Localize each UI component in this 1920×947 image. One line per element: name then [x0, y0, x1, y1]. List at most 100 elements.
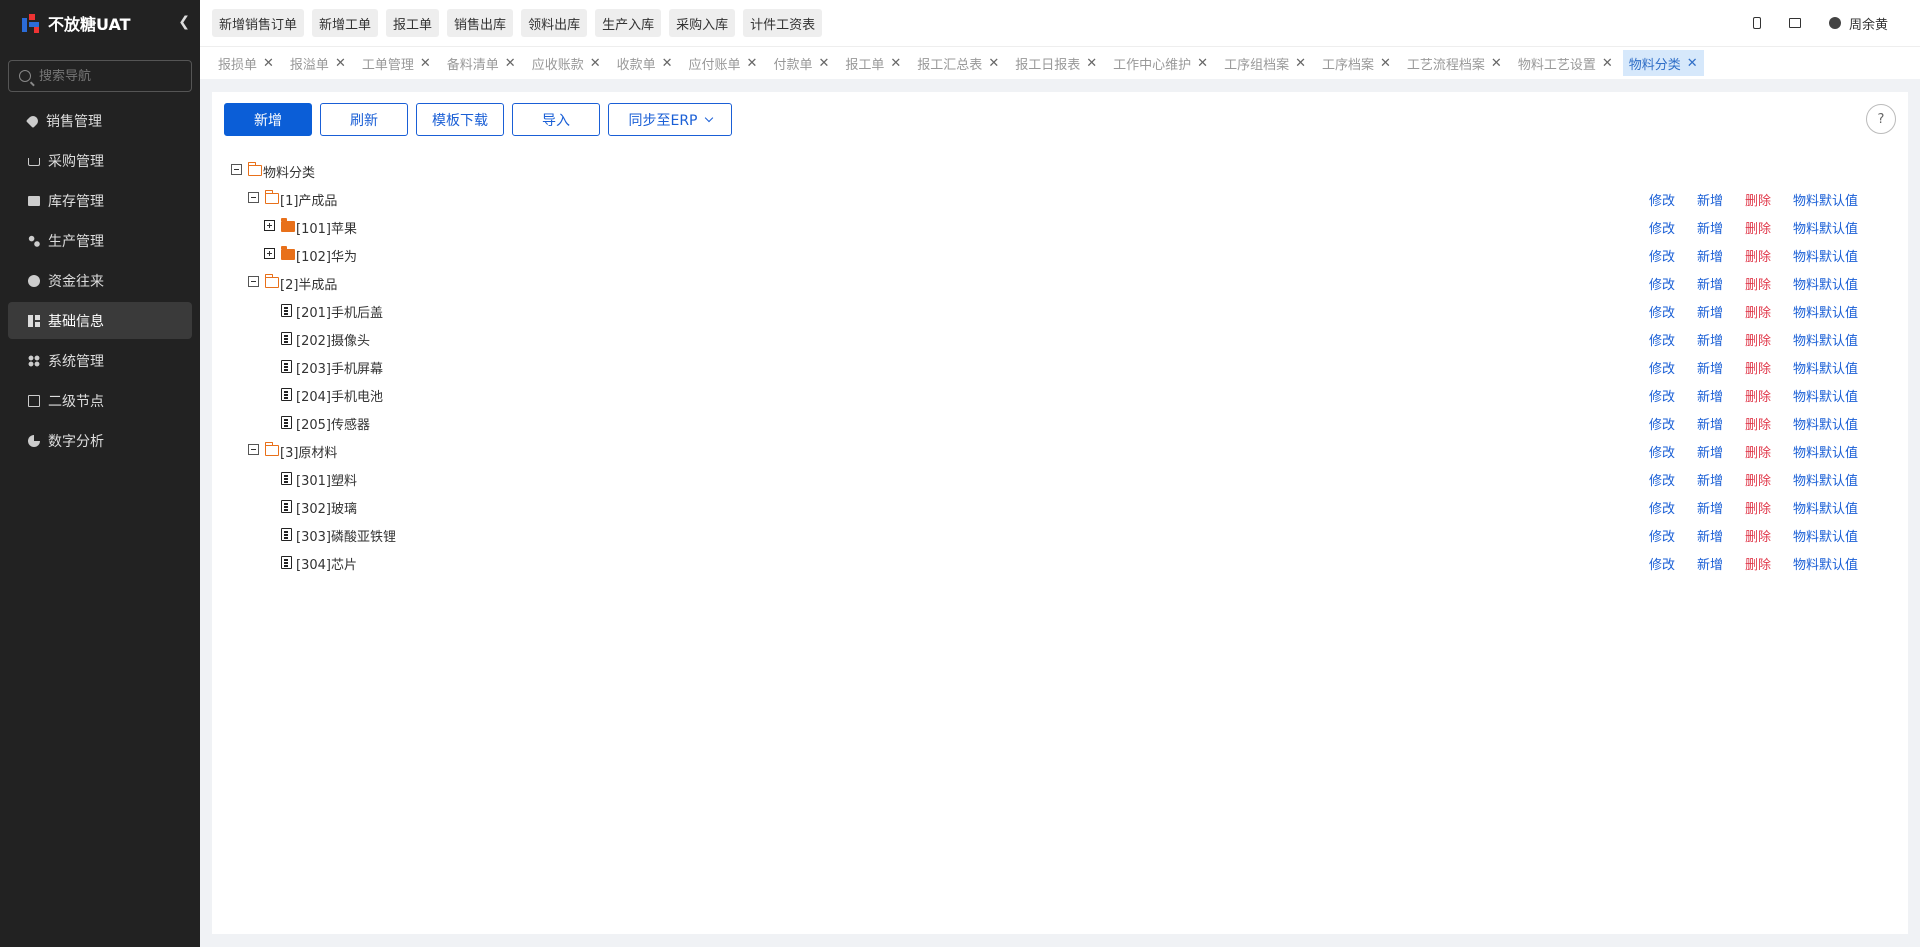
tab-item[interactable]: 工序组档案 ✕	[1218, 50, 1312, 76]
collapse-toggle-icon[interactable]	[248, 444, 259, 455]
close-icon[interactable]: ✕	[1602, 56, 1613, 71]
add-link[interactable]: 新增	[1697, 358, 1723, 377]
delete-link[interactable]: 删除	[1745, 218, 1771, 237]
edit-link[interactable]: 修改	[1649, 442, 1675, 461]
collapse-toggle-icon[interactable]	[248, 276, 259, 287]
add-link[interactable]: 新增	[1697, 246, 1723, 265]
collapse-toggle-icon[interactable]	[231, 164, 242, 175]
tab-item[interactable]: 报溢单 ✕	[284, 50, 352, 76]
sidebar-collapse-icon[interactable]: ❮	[178, 14, 190, 30]
close-icon[interactable]: ✕	[818, 56, 829, 71]
defaults-link[interactable]: 物料默认值	[1793, 218, 1858, 237]
tab-item[interactable]: 应收账款 ✕	[526, 50, 607, 76]
add-link[interactable]: 新增	[1697, 302, 1723, 321]
tree-node[interactable]: [303]磷酸亚铁锂 修改 新增 删除 物料默认值	[212, 520, 1908, 548]
delete-link[interactable]: 删除	[1745, 302, 1771, 321]
sidebar-item-6[interactable]: 系统管理	[8, 342, 192, 379]
tree-node[interactable]: [205]传感器 修改 新增 删除 物料默认值	[212, 408, 1908, 436]
edit-link[interactable]: 修改	[1649, 246, 1675, 265]
quicklink-button[interactable]: 领料出库	[521, 9, 588, 37]
tab-item[interactable]: 物料工艺设置 ✕	[1512, 50, 1619, 76]
tab-item[interactable]: 工作中心维护 ✕	[1107, 50, 1214, 76]
sidebar-item-3[interactable]: 生产管理	[8, 222, 192, 259]
tab-item[interactable]: 报工汇总表 ✕	[911, 50, 1005, 76]
quicklink-button[interactable]: 新增工单	[312, 9, 379, 37]
sync-erp-button[interactable]: 同步至ERP	[608, 103, 732, 136]
add-link[interactable]: 新增	[1697, 330, 1723, 349]
delete-link[interactable]: 删除	[1745, 414, 1771, 433]
delete-link[interactable]: 删除	[1745, 442, 1771, 461]
delete-link[interactable]: 删除	[1745, 358, 1771, 377]
defaults-link[interactable]: 物料默认值	[1793, 386, 1858, 405]
close-icon[interactable]: ✕	[590, 56, 601, 71]
edit-link[interactable]: 修改	[1649, 386, 1675, 405]
delete-link[interactable]: 删除	[1745, 386, 1771, 405]
expand-toggle-icon[interactable]	[264, 248, 275, 259]
edit-link[interactable]: 修改	[1649, 414, 1675, 433]
edit-link[interactable]: 修改	[1649, 526, 1675, 545]
close-icon[interactable]: ✕	[335, 56, 346, 71]
nav-search-input[interactable]	[39, 68, 189, 84]
quicklink-button[interactable]: 新增销售订单	[212, 9, 305, 37]
quicklink-button[interactable]: 报工单	[386, 9, 440, 37]
sidebar-item-1[interactable]: 采购管理	[8, 142, 192, 179]
add-link[interactable]: 新增	[1697, 554, 1723, 573]
edit-link[interactable]: 修改	[1649, 274, 1675, 293]
tab-item[interactable]: 工艺流程档案 ✕	[1401, 50, 1508, 76]
defaults-link[interactable]: 物料默认值	[1793, 498, 1858, 517]
defaults-link[interactable]: 物料默认值	[1793, 414, 1858, 433]
tab-item[interactable]: 物料分类 ✕	[1622, 50, 1704, 76]
add-link[interactable]: 新增	[1697, 526, 1723, 545]
tree-node[interactable]: [301]塑料 修改 新增 删除 物料默认值	[212, 464, 1908, 492]
defaults-link[interactable]: 物料默认值	[1793, 358, 1858, 377]
defaults-link[interactable]: 物料默认值	[1793, 442, 1858, 461]
tab-item[interactable]: 工单管理 ✕	[356, 50, 437, 76]
close-icon[interactable]: ✕	[747, 56, 758, 71]
expand-toggle-icon[interactable]	[264, 220, 275, 231]
add-link[interactable]: 新增	[1697, 274, 1723, 293]
tab-item[interactable]: 付款单 ✕	[767, 50, 835, 76]
add-link[interactable]: 新增	[1697, 498, 1723, 517]
edit-link[interactable]: 修改	[1649, 330, 1675, 349]
defaults-link[interactable]: 物料默认值	[1793, 470, 1858, 489]
delete-link[interactable]: 删除	[1745, 470, 1771, 489]
template-download-button[interactable]: 模板下载	[416, 103, 504, 136]
defaults-link[interactable]: 物料默认值	[1793, 190, 1858, 209]
close-icon[interactable]: ✕	[1491, 56, 1502, 71]
tree-node[interactable]: [201]手机后盖 修改 新增 删除 物料默认值	[212, 296, 1908, 324]
close-icon[interactable]: ✕	[1295, 56, 1306, 71]
edit-link[interactable]: 修改	[1649, 218, 1675, 237]
tab-item[interactable]: 报工单 ✕	[839, 50, 907, 76]
delete-link[interactable]: 删除	[1745, 330, 1771, 349]
close-icon[interactable]: ✕	[988, 56, 999, 71]
defaults-link[interactable]: 物料默认值	[1793, 274, 1858, 293]
delete-link[interactable]: 删除	[1745, 246, 1771, 265]
tree-node[interactable]: [3]原材料 修改 新增 删除 物料默认值	[212, 436, 1908, 464]
delete-link[interactable]: 删除	[1745, 526, 1771, 545]
edit-link[interactable]: 修改	[1649, 302, 1675, 321]
defaults-link[interactable]: 物料默认值	[1793, 302, 1858, 321]
add-link[interactable]: 新增	[1697, 470, 1723, 489]
tree-node[interactable]: [302]玻璃 修改 新增 删除 物料默认值	[212, 492, 1908, 520]
close-icon[interactable]: ✕	[263, 56, 274, 71]
tab-item[interactable]: 备料清单 ✕	[441, 50, 522, 76]
tree-node[interactable]: [101]苹果 修改 新增 删除 物料默认值	[212, 212, 1908, 240]
refresh-button[interactable]: 刷新	[320, 103, 408, 136]
add-link[interactable]: 新增	[1697, 414, 1723, 433]
close-icon[interactable]: ✕	[1086, 56, 1097, 71]
add-button[interactable]: 新增	[224, 103, 312, 136]
close-icon[interactable]: ✕	[1687, 56, 1698, 71]
tab-item[interactable]: 应付账单 ✕	[683, 50, 764, 76]
tree-node[interactable]: [2]半成品 修改 新增 删除 物料默认值	[212, 268, 1908, 296]
screen-icon[interactable]	[1788, 18, 1801, 28]
quicklink-button[interactable]: 采购入库	[669, 9, 736, 37]
add-link[interactable]: 新增	[1697, 218, 1723, 237]
import-button[interactable]: 导入	[512, 103, 600, 136]
help-icon[interactable]: ?	[1866, 104, 1896, 134]
close-icon[interactable]: ✕	[1380, 56, 1391, 71]
close-icon[interactable]: ✕	[505, 56, 516, 71]
defaults-link[interactable]: 物料默认值	[1793, 246, 1858, 265]
quicklink-button[interactable]: 销售出库	[447, 9, 514, 37]
sidebar-item-7[interactable]: 二级节点	[8, 382, 192, 419]
tree-node[interactable]: [204]手机电池 修改 新增 删除 物料默认值	[212, 380, 1908, 408]
